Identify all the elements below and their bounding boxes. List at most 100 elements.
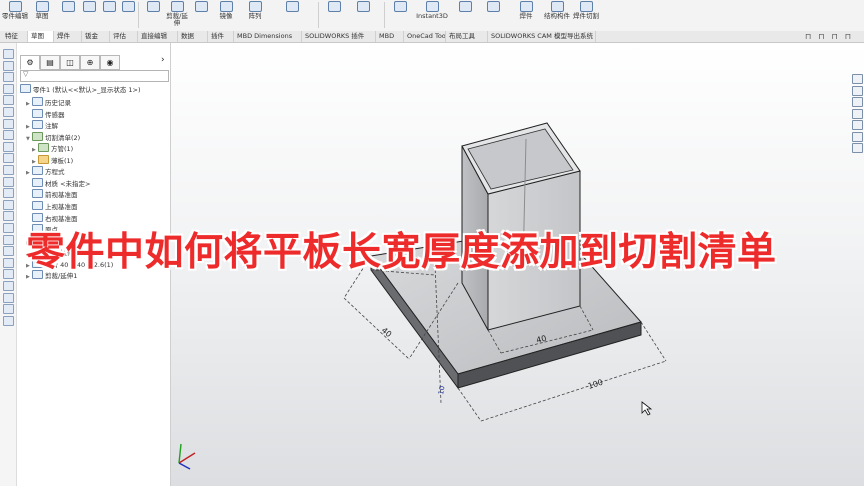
view-tool-icon[interactable] (852, 120, 863, 130)
ribbon-button-weldment[interactable]: 焊件 (510, 1, 542, 29)
left-tool-icon[interactable] (3, 211, 14, 222)
ribbon-button-circle[interactable] (80, 1, 98, 29)
ribbon-button-cutlist[interactable]: 焊件切割 (572, 1, 600, 29)
dimension-label-length[interactable]: 100 (587, 378, 604, 391)
convert-entities-icon (170, 1, 184, 12)
tab-configuration-manager[interactable]: ◫ (60, 55, 80, 70)
arc-icon (102, 1, 116, 12)
left-tool-icon[interactable] (3, 95, 14, 106)
tab-9[interactable]: SOLIDWORKS 插件 (302, 31, 376, 42)
feature-icon (32, 177, 43, 187)
offset-icon (194, 1, 208, 12)
tab-property-manager[interactable]: ▤ (40, 55, 60, 70)
ribbon-button-quick-snap[interactable] (388, 1, 412, 29)
left-tool-icon[interactable] (3, 199, 14, 210)
ribbon-button-convert[interactable]: 剪裁/延伸 (166, 1, 188, 29)
tab-dimxpert[interactable]: ⊕ (80, 55, 100, 70)
tree-node[interactable]: ▶ 方管(1) (32, 143, 74, 154)
tab-0[interactable]: 特征 (2, 31, 28, 42)
left-tool-icon[interactable] (3, 315, 14, 326)
dimension-label-thickness[interactable]: 10 (437, 385, 446, 395)
ribbon-button-relations[interactable] (322, 1, 346, 29)
tab-5[interactable]: 直接编辑 (138, 31, 178, 42)
tree-node-label: 注解 (45, 122, 58, 131)
ribbon-button-edit-part[interactable]: 零件编辑 (2, 1, 28, 29)
ribbon-button-move[interactable] (270, 1, 314, 29)
tab-feature-manager[interactable]: ⚙ (20, 55, 40, 70)
left-tool-icon[interactable] (3, 83, 14, 94)
pattern-icon (248, 1, 262, 12)
tab-8[interactable]: MBD Dimensions (234, 31, 302, 42)
view-tool-icon[interactable] (852, 108, 863, 119)
tree-root[interactable]: 零件1 (默认<<默认>_显示状态 1>) (20, 84, 141, 94)
tree-node[interactable]: ▶ 薄板(1) (32, 154, 73, 165)
ribbon-button-offset[interactable] (190, 1, 212, 29)
tab-display-manager[interactable]: ◉ (100, 55, 120, 70)
tab-11[interactable]: OneCad Tools (404, 31, 446, 42)
feature-icon (32, 200, 43, 210)
dimension-label-depth[interactable]: 40 (380, 326, 394, 339)
tree-node[interactable]: 材质 <未指定> (26, 177, 90, 188)
left-tool-icon[interactable] (3, 72, 14, 83)
tab-10[interactable]: MBD (376, 31, 404, 42)
ribbon-button-sketch[interactable]: 草图 (30, 1, 54, 29)
left-tool-icon[interactable] (3, 130, 14, 141)
feature-icon (32, 97, 43, 106)
tab-4[interactable]: 评估 (110, 31, 138, 42)
move-icon (285, 1, 299, 12)
panel-close-icon[interactable]: › (161, 55, 165, 65)
tree-filter-input[interactable]: ▽ (20, 70, 169, 82)
left-tool-icon[interactable] (3, 292, 14, 303)
ribbon-button-repair[interactable] (348, 1, 378, 29)
tab-1[interactable]: 草图 (28, 31, 54, 42)
ribbon-button-instant3d[interactable]: Instant3D (414, 1, 450, 29)
view-tool-icon[interactable] (852, 97, 863, 107)
view-tool-icon[interactable] (852, 74, 863, 84)
left-tool-icon[interactable] (3, 49, 14, 59)
tree-node[interactable]: 传感器 (26, 108, 65, 119)
left-tool-icon[interactable] (3, 107, 14, 117)
left-tool-icon[interactable] (3, 304, 14, 315)
tree-node-label: 方程式 (45, 168, 65, 177)
ribbon-button-plane[interactable] (58, 1, 78, 29)
tree-node[interactable]: ▶ 历史记录 (26, 97, 71, 107)
tab-12[interactable]: 布局工具 (446, 31, 488, 42)
left-tool-icon[interactable] (3, 165, 14, 175)
view-tool-icon[interactable] (852, 143, 863, 153)
tree-node[interactable]: ▼ 切割清单(2) (26, 131, 80, 142)
tab-2[interactable]: 焊件 (54, 31, 82, 42)
left-tool-icon[interactable] (3, 188, 14, 199)
axis-triad (178, 443, 196, 470)
left-tool-icon[interactable] (3, 118, 14, 129)
circle-icon (82, 1, 96, 12)
ribbon-button-arc[interactable] (100, 1, 118, 29)
left-tool-icon[interactable] (3, 141, 14, 152)
view-tool-icon[interactable] (852, 131, 863, 142)
ribbon-button-mirror[interactable]: 镜像 (214, 1, 238, 29)
left-tool-icon[interactable] (3, 153, 14, 164)
mouse-cursor (641, 401, 653, 416)
command-tabs: 特征 草图 焊件 钣金 评估 直接编辑 数据 插件 MBD Dimensions SOLIDWOR… (0, 31, 864, 43)
left-tool-icon[interactable] (3, 176, 14, 187)
ribbon-button-contour[interactable] (482, 1, 504, 29)
ribbon-button-shaded[interactable] (452, 1, 478, 29)
ribbon-button-text[interactable] (120, 1, 136, 29)
tab-6[interactable]: 数据 (178, 31, 208, 42)
ribbon-button-pattern[interactable]: 阵列 (242, 1, 268, 29)
view-tool-icon[interactable] (852, 85, 863, 96)
window-controls[interactable]: ⊓⊓⊓⊓ (805, 31, 858, 42)
tree-node-label: 方管(1) (51, 145, 74, 154)
cut-list-item-icon (32, 131, 43, 141)
left-tool-icon[interactable] (3, 60, 14, 71)
ribbon-button-trim[interactable] (142, 1, 164, 29)
text-icon (121, 1, 135, 12)
tab-13[interactable]: SOLIDWORKS CAM 模型导出系统 (488, 31, 596, 42)
ribbon-button-structure[interactable]: 结构构件 (544, 1, 570, 29)
tree-node[interactable]: 前视基准面 (26, 189, 78, 199)
tab-7[interactable]: 插件 (208, 31, 234, 42)
left-tool-icon[interactable] (3, 281, 14, 291)
tree-node[interactable]: 上视基准面 (26, 200, 78, 211)
tree-node[interactable]: ▶ 注解 (26, 120, 58, 131)
tab-3[interactable]: 钣金 (82, 31, 110, 42)
tree-node[interactable]: ▶ 方程式 (26, 166, 65, 177)
